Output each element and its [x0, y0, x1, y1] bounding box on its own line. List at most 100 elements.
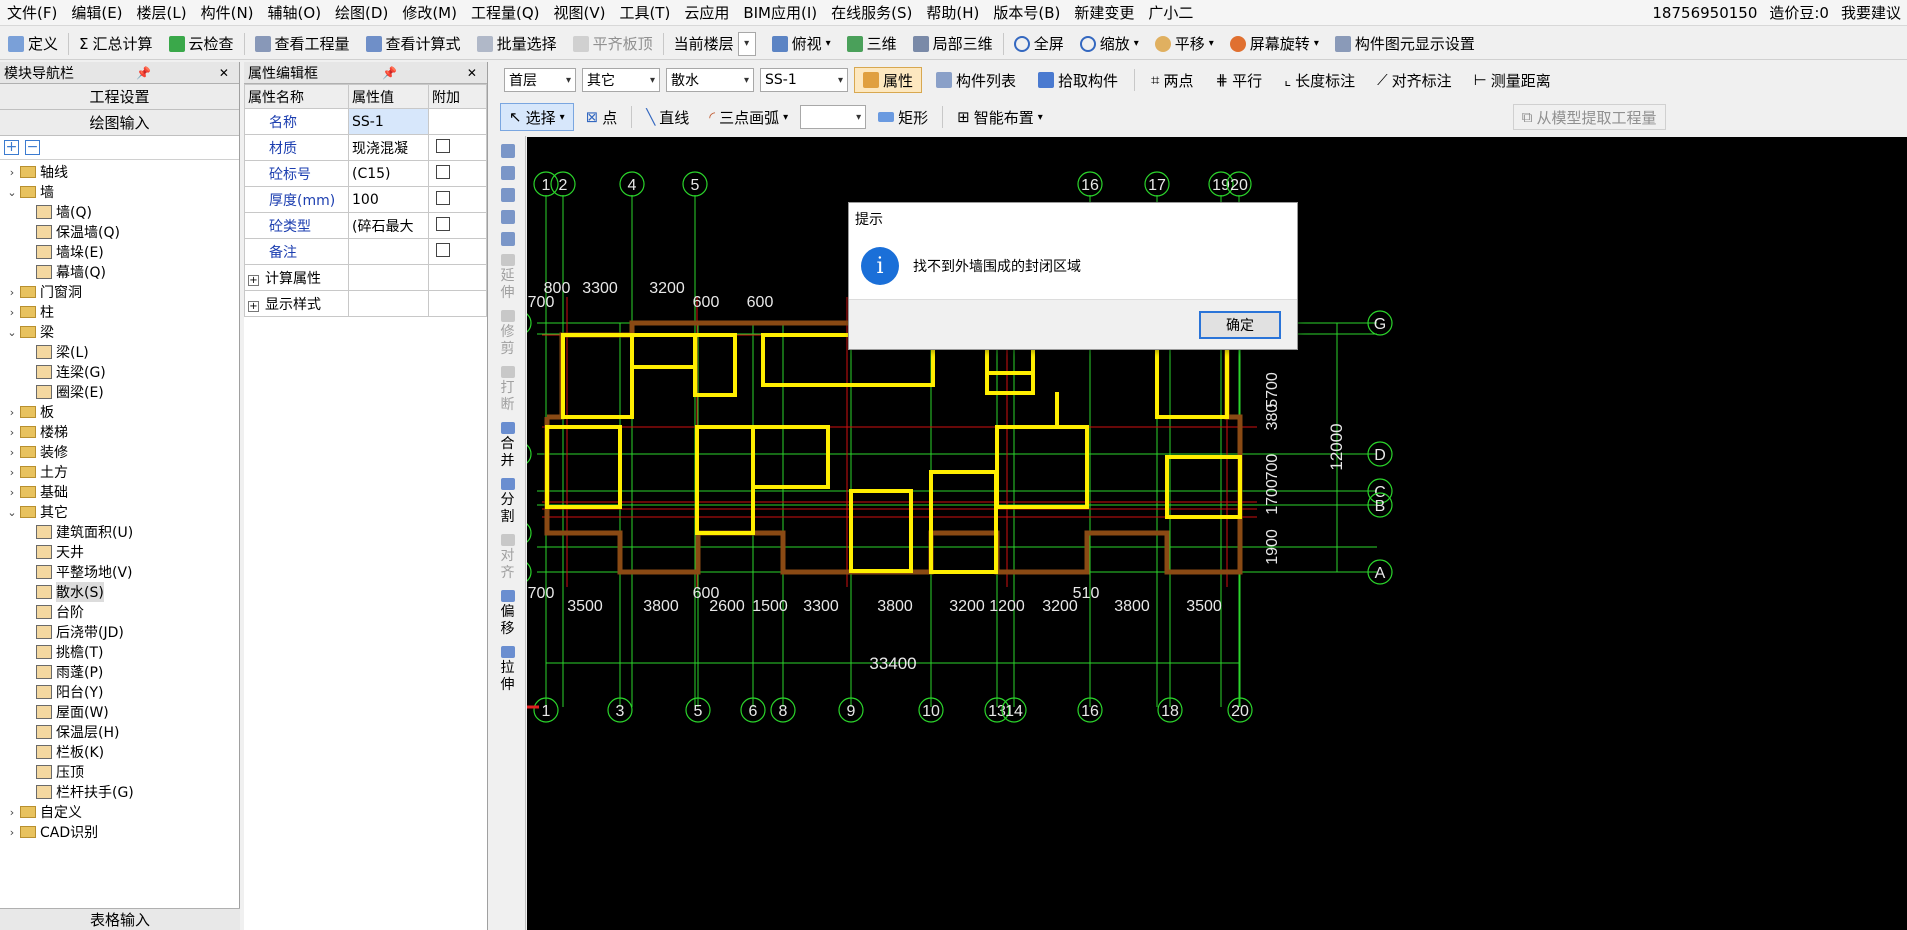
- tree-item[interactable]: 连梁(G): [0, 362, 239, 382]
- property-value[interactable]: 现浇混凝: [348, 134, 429, 161]
- parallel-button[interactable]: ⋕ 平行: [1208, 70, 1271, 91]
- new-change-button[interactable]: 新建变更: [1067, 2, 1141, 23]
- local-3d-button[interactable]: 局部三维: [905, 33, 1001, 54]
- menu-item[interactable]: BIM应用(I): [736, 2, 824, 23]
- menu-item[interactable]: 云应用: [677, 2, 736, 23]
- top-view-button[interactable]: 俯视 ▾: [764, 33, 839, 54]
- extra-checkbox[interactable]: [436, 164, 450, 179]
- sum-calc-button[interactable]: Σ 汇总计算: [71, 33, 161, 54]
- cloud-check-button[interactable]: 云检查: [161, 33, 242, 54]
- pen-icon[interactable]: [500, 144, 515, 158]
- chevron-right-icon[interactable]: ›: [4, 826, 20, 839]
- tree-item[interactable]: 屋面(W): [0, 702, 239, 722]
- view-quantity-button[interactable]: 查看工程量: [247, 33, 358, 54]
- tree-item[interactable]: 散水(S): [0, 582, 239, 602]
- pan-button[interactable]: 平移 ▾: [1147, 33, 1222, 54]
- vtool-button[interactable]: 偏移: [500, 590, 515, 638]
- tree-item[interactable]: 梁(L): [0, 342, 239, 362]
- menu-item[interactable]: 修改(M): [395, 2, 464, 23]
- menu-item[interactable]: 在线服务(S): [824, 2, 919, 23]
- category-select[interactable]: 其它 ▾: [582, 68, 660, 92]
- menu-item[interactable]: 楼层(L): [130, 2, 194, 23]
- fullscreen-button[interactable]: 全屏: [1006, 33, 1072, 54]
- property-group[interactable]: + 计算属性: [244, 264, 349, 291]
- suggest-link[interactable]: 我要建议: [1841, 2, 1901, 23]
- component-type-select[interactable]: 散水 ▾: [666, 68, 754, 92]
- tree-item[interactable]: › 基础: [0, 482, 239, 502]
- chevron-right-icon[interactable]: ›: [4, 806, 20, 819]
- property-value[interactable]: SS-1: [348, 108, 429, 135]
- vtool-button[interactable]: 对齐: [500, 534, 515, 582]
- tree-item[interactable]: › 楼梯: [0, 422, 239, 442]
- arc-option-select[interactable]: ▾: [800, 105, 867, 129]
- menu-item[interactable]: 工具(T): [612, 2, 677, 23]
- smart-layout-button[interactable]: ⊞ 智能布置 ▾: [949, 107, 1051, 128]
- rect-button[interactable]: 矩形: [870, 107, 936, 128]
- menu-item[interactable]: 绘图(D): [328, 2, 395, 23]
- menu-item[interactable]: 版本号(B): [986, 2, 1067, 23]
- link-icon[interactable]: [500, 166, 515, 180]
- chevron-right-icon[interactable]: ›: [4, 166, 20, 179]
- tree-item[interactable]: › 土方: [0, 462, 239, 482]
- extra-checkbox[interactable]: [436, 138, 450, 153]
- length-dim-button[interactable]: ⌞ 长度标注: [1276, 70, 1363, 91]
- chevron-right-icon[interactable]: ›: [4, 446, 20, 459]
- floor-dropdown[interactable]: ▾: [737, 31, 756, 56]
- tree-item[interactable]: 天井: [0, 542, 239, 562]
- property-value[interactable]: [348, 238, 429, 265]
- define-button[interactable]: 定义: [0, 33, 66, 54]
- tree-item[interactable]: 雨蓬(P): [0, 662, 239, 682]
- close-icon[interactable]: ✕: [461, 66, 483, 80]
- project-settings-button[interactable]: 工程设置: [0, 84, 239, 110]
- expand-icon[interactable]: +: [248, 274, 259, 286]
- move-icon[interactable]: [500, 210, 515, 224]
- extra-checkbox[interactable]: [436, 242, 450, 257]
- chevron-down-icon[interactable]: ⌄: [4, 326, 20, 339]
- tree-item[interactable]: › 板: [0, 402, 239, 422]
- tree-item[interactable]: 后浇带(JD): [0, 622, 239, 642]
- menu-item[interactable]: 构件(N): [194, 2, 261, 23]
- tree-item[interactable]: 台阶: [0, 602, 239, 622]
- collapse-all-icon[interactable]: −: [25, 140, 40, 155]
- two-points-button[interactable]: ⌗ 两点: [1143, 70, 1201, 91]
- property-group[interactable]: + 显示样式: [244, 290, 349, 317]
- chevron-down-icon[interactable]: ⌄: [4, 186, 20, 199]
- floor-select[interactable]: 首层 ▾: [504, 68, 576, 92]
- property-group-row[interactable]: + 显示样式: [244, 290, 487, 317]
- tree-item[interactable]: 幕墙(Q): [0, 262, 239, 282]
- measure-button[interactable]: ⊢ 测量距离: [1466, 70, 1559, 91]
- tree-item[interactable]: › 自定义: [0, 802, 239, 822]
- vtool-button[interactable]: 分割: [500, 478, 515, 526]
- tree-item[interactable]: 挑檐(T): [0, 642, 239, 662]
- property-value[interactable]: 100: [348, 186, 429, 213]
- display-settings-button[interactable]: 构件图元显示设置: [1327, 33, 1483, 54]
- assistant-button[interactable]: 广小二: [1141, 2, 1200, 23]
- chevron-right-icon[interactable]: ›: [4, 466, 20, 479]
- current-floor-button[interactable]: 当前楼层 ▾: [666, 31, 764, 56]
- batch-select-button[interactable]: 批量选择: [469, 33, 565, 54]
- tree-item[interactable]: › 门窗洞: [0, 282, 239, 302]
- chevron-right-icon[interactable]: ›: [4, 486, 20, 499]
- rotate-button[interactable]: 屏幕旋转 ▾: [1222, 33, 1327, 54]
- property-group-row[interactable]: + 计算属性: [244, 264, 487, 291]
- arc-button[interactable]: ◜ 三点画弧 ▾: [701, 107, 796, 128]
- point-button[interactable]: ⊠ 点: [578, 107, 626, 128]
- pin-icon[interactable]: 📌: [130, 66, 157, 80]
- expand-all-icon[interactable]: +: [4, 140, 19, 155]
- tree-item[interactable]: ⌄ 梁: [0, 322, 239, 342]
- component-select[interactable]: SS-1 ▾: [760, 68, 848, 92]
- pick-component-button[interactable]: 拾取构件: [1030, 70, 1126, 91]
- tree-item[interactable]: 墙垛(E): [0, 242, 239, 262]
- vtool-button[interactable]: 修剪: [500, 310, 515, 358]
- tree-item[interactable]: 栏杆扶手(G): [0, 782, 239, 802]
- extract-quantity-button[interactable]: ⧉ 从模型提取工程量: [1512, 104, 1666, 130]
- tree-item[interactable]: 压顶: [0, 762, 239, 782]
- extra-checkbox[interactable]: [436, 190, 450, 205]
- drawing-input-button[interactable]: 绘图输入: [0, 110, 239, 136]
- aligned-dim-button[interactable]: ⟋ 对齐标注: [1369, 70, 1460, 91]
- table-input-button[interactable]: 表格输入: [0, 908, 240, 930]
- vtool-button[interactable]: 拉伸: [500, 646, 515, 694]
- tree-item[interactable]: ⌄ 其它: [0, 502, 239, 522]
- expand-icon[interactable]: +: [248, 300, 259, 312]
- tree-item[interactable]: 圈梁(E): [0, 382, 239, 402]
